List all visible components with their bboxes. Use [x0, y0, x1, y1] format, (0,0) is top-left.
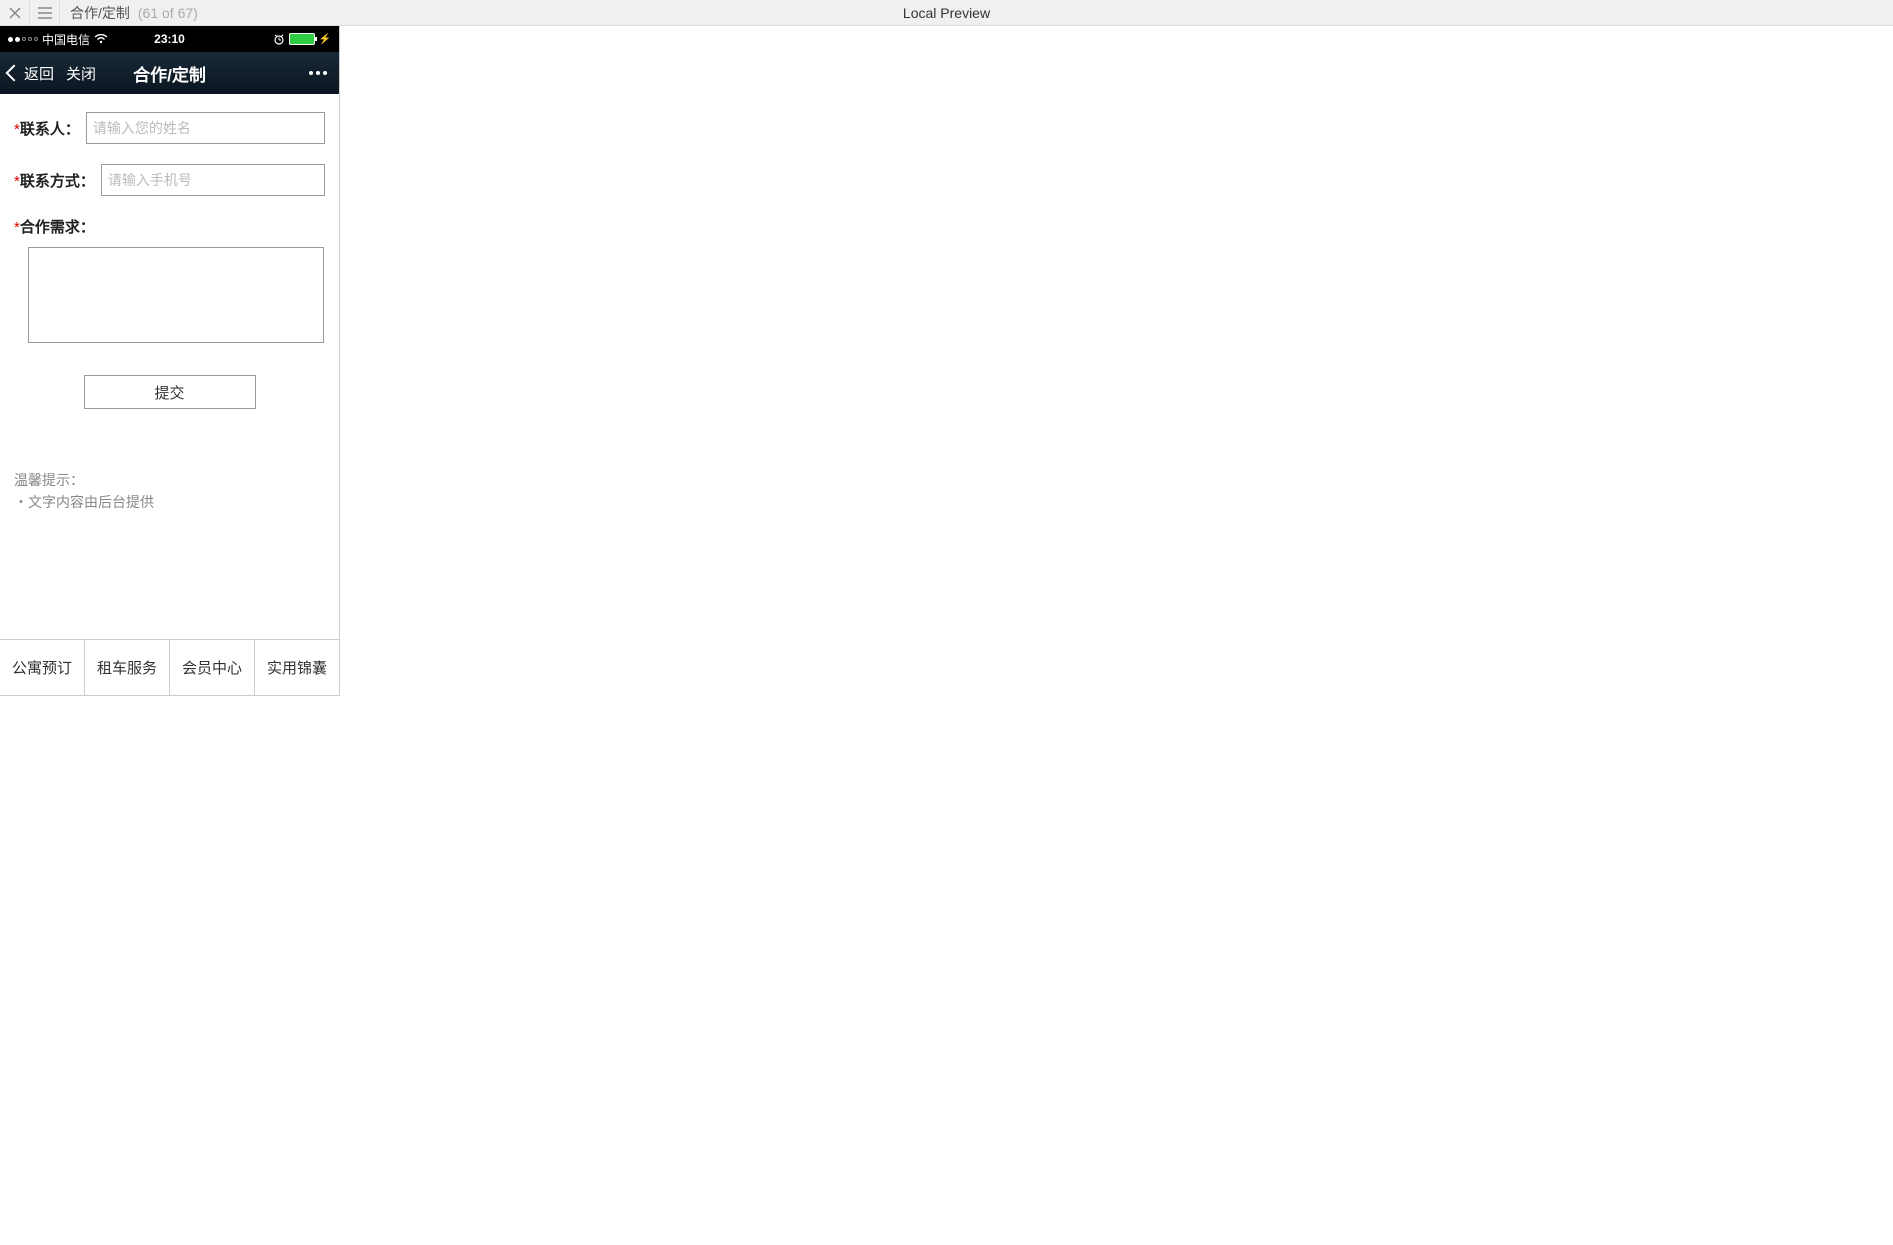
- status-time: 23:10: [154, 32, 185, 46]
- nav-close-button[interactable]: 关闭: [66, 63, 96, 84]
- need-label: *合作需求：: [14, 216, 95, 237]
- tips-section: 温馨提示： ・文字内容由后台提供: [14, 469, 325, 514]
- wifi-icon: [94, 34, 108, 44]
- signal-icon: [8, 37, 38, 42]
- more-icon: [323, 71, 327, 75]
- nav-more-button[interactable]: [309, 71, 327, 75]
- status-left: 中国电信: [8, 31, 273, 48]
- tab-member-center[interactable]: 会员中心: [170, 640, 255, 695]
- phone-row: *联系方式：: [14, 164, 325, 196]
- charging-icon: ⚡: [319, 34, 331, 45]
- phone-frame: 中国电信 23:10 ⚡: [0, 26, 340, 696]
- tab-car-rental[interactable]: 租车服务: [85, 640, 170, 695]
- submit-row: 提交: [14, 375, 325, 409]
- nav-back-button[interactable]: 返回: [24, 63, 54, 84]
- toolbar-title: 合作/定制: [70, 3, 130, 23]
- need-label-row: *合作需求：: [14, 216, 325, 237]
- toolbar-left: 合作/定制 (61 of 67): [0, 0, 198, 26]
- form-area: *联系人： *联系方式： *合作需求： 提交 温馨提示： ・文字内容由后台提供: [0, 94, 339, 639]
- tab-tips[interactable]: 实用锦囊: [255, 640, 339, 695]
- more-icon: [316, 71, 320, 75]
- phone-label-text: 联系方式：: [20, 173, 95, 190]
- contact-row: *联系人：: [14, 112, 325, 144]
- phone-input[interactable]: [101, 164, 325, 196]
- toolbar-center-label: Local Preview: [903, 5, 990, 21]
- close-icon: [9, 7, 21, 19]
- battery-icon: [289, 33, 315, 45]
- contact-input[interactable]: [86, 112, 325, 144]
- more-icon: [309, 71, 313, 75]
- carrier-label: 中国电信: [42, 31, 90, 48]
- close-button[interactable]: [0, 0, 30, 26]
- chevron-left-icon: [6, 65, 23, 82]
- toolbar-counter: (61 of 67): [138, 5, 198, 21]
- nav-left: 返回 关闭: [8, 63, 96, 84]
- phone-status-bar: 中国电信 23:10 ⚡: [0, 26, 339, 52]
- need-textarea[interactable]: [28, 247, 324, 343]
- tips-title: 温馨提示：: [14, 469, 325, 491]
- contact-label-text: 联系人：: [20, 121, 80, 138]
- alarm-icon: [273, 33, 285, 45]
- app-navbar: 返回 关闭 合作/定制: [0, 52, 339, 94]
- tab-apartment[interactable]: 公寓预订: [0, 640, 85, 695]
- submit-button[interactable]: 提交: [84, 375, 256, 409]
- hamburger-menu-button[interactable]: [30, 0, 60, 26]
- status-right: ⚡: [273, 33, 331, 45]
- hamburger-icon: [38, 7, 52, 19]
- nav-title: 合作/定制: [133, 61, 206, 86]
- contact-label: *联系人：: [14, 118, 80, 139]
- editor-toolbar: 合作/定制 (61 of 67) Local Preview: [0, 0, 1893, 26]
- tips-line: ・文字内容由后台提供: [14, 491, 325, 513]
- need-label-text: 合作需求：: [20, 219, 95, 236]
- bottom-tab-bar: 公寓预订 租车服务 会员中心 实用锦囊: [0, 639, 339, 695]
- phone-label: *联系方式：: [14, 170, 95, 191]
- preview-area: 中国电信 23:10 ⚡: [0, 26, 1893, 1245]
- toolbar-title-area: 合作/定制 (61 of 67): [60, 3, 198, 23]
